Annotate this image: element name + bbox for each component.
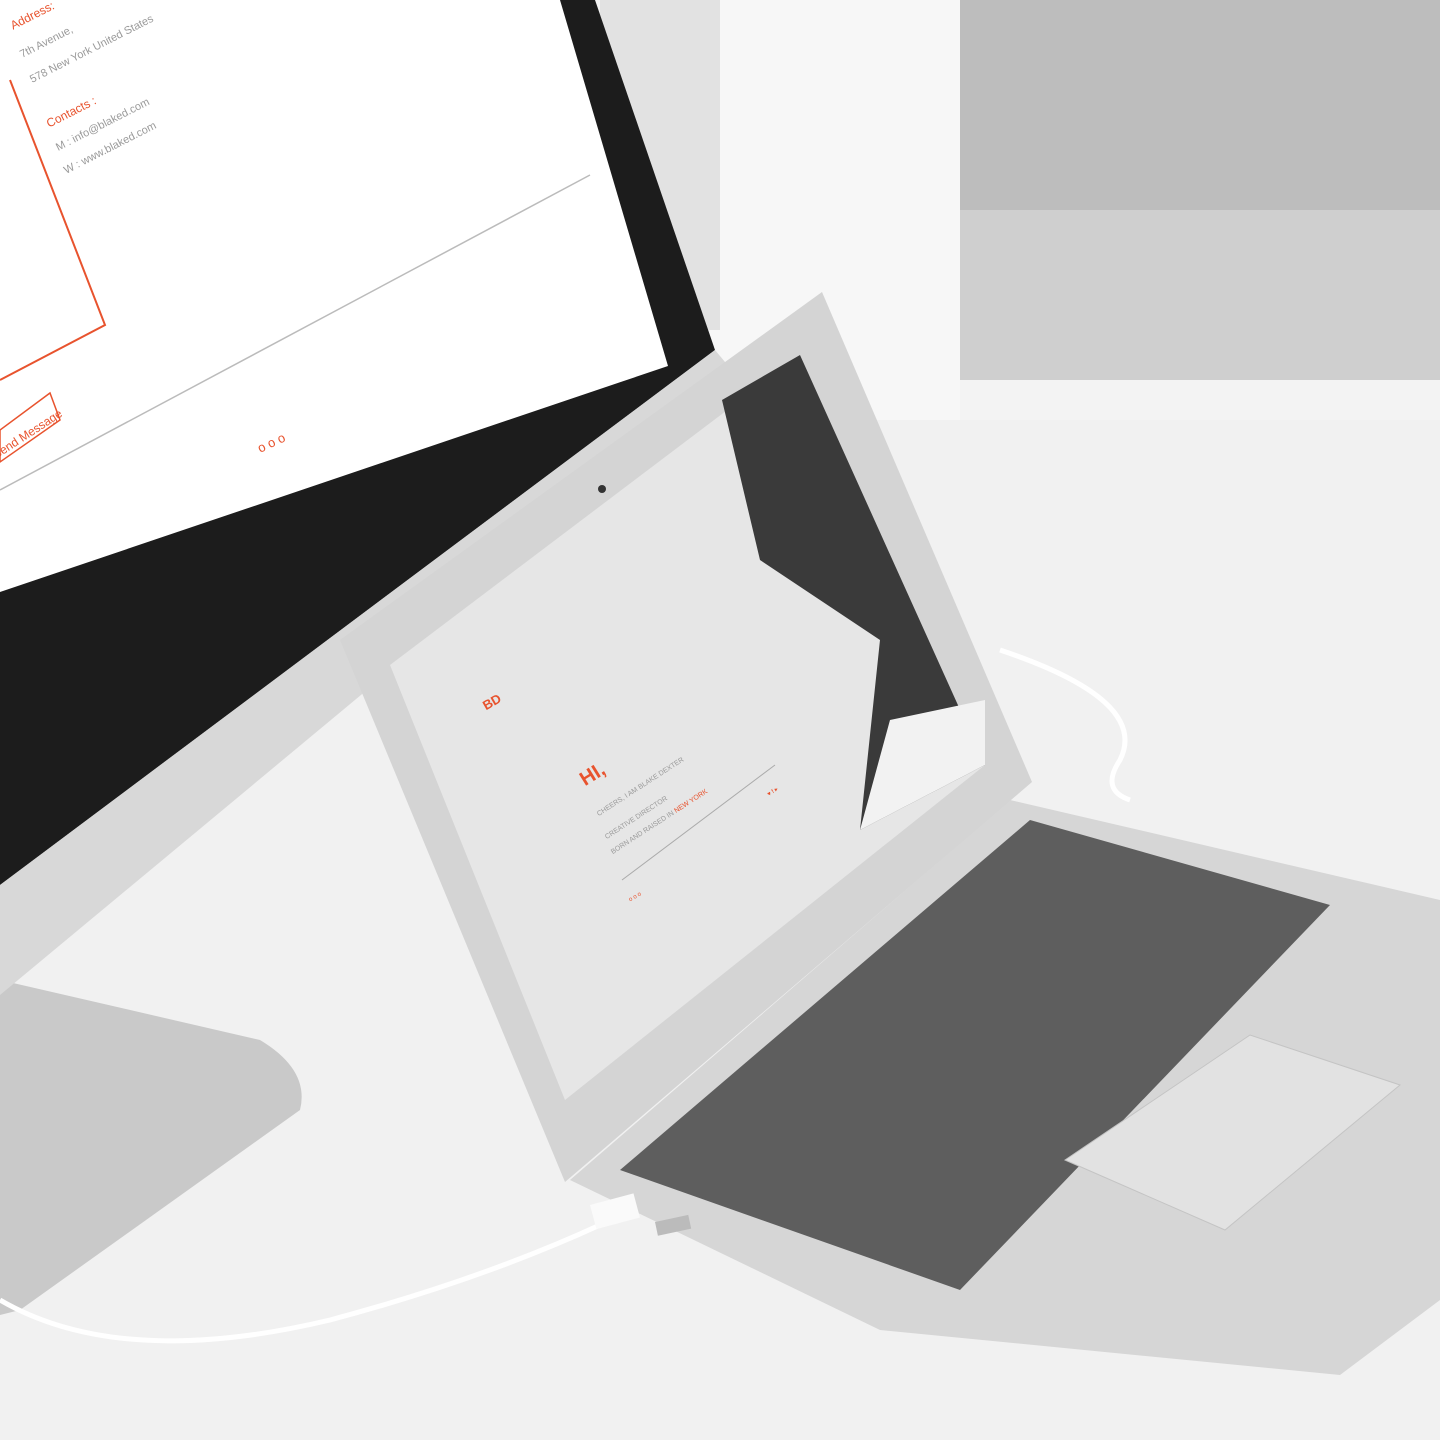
webcam	[598, 485, 606, 493]
photo-scene	[0, 0, 1440, 1440]
